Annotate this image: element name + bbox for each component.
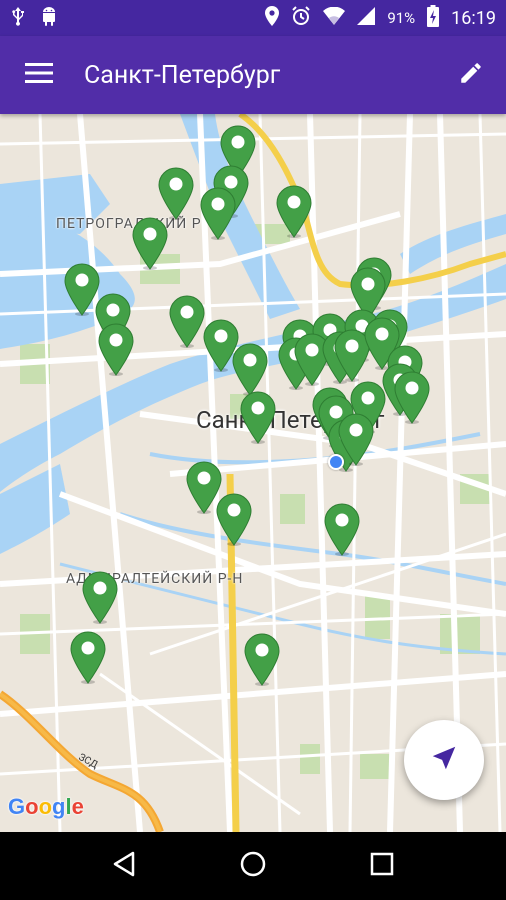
home-circle-icon xyxy=(239,850,267,882)
my-location-button[interactable] xyxy=(404,720,484,800)
wifi-icon xyxy=(323,6,346,30)
system-nav-bar xyxy=(0,832,506,900)
battery-charging-icon xyxy=(427,4,440,32)
map-pin-icon xyxy=(70,631,106,684)
my-location-dot xyxy=(328,454,344,470)
back-button[interactable] xyxy=(94,836,154,896)
app-bar: Санкт-Петербург xyxy=(0,36,506,114)
battery-percent: 91% xyxy=(387,9,416,27)
map-pin-icon xyxy=(276,185,312,238)
recents-button[interactable] xyxy=(352,836,412,896)
map-pin-icon xyxy=(394,371,430,424)
map-pin-icon xyxy=(324,503,360,556)
place-marker[interactable] xyxy=(393,370,431,424)
map-view[interactable]: ПЕТРОГРАДСКИЙ Р АДМИРАЛТЕЙСКИЙ Р-Н Санкт… xyxy=(0,114,506,832)
edit-button[interactable] xyxy=(436,36,506,114)
place-marker[interactable] xyxy=(131,216,169,270)
map-pin-icon xyxy=(244,633,280,686)
page-title: Санкт-Петербург xyxy=(84,60,281,90)
place-marker[interactable] xyxy=(97,322,135,376)
map-pin-icon xyxy=(216,493,252,546)
place-marker[interactable] xyxy=(243,632,281,686)
place-marker[interactable] xyxy=(231,342,269,396)
place-marker[interactable] xyxy=(215,492,253,546)
map-pin-icon xyxy=(82,571,118,624)
home-button[interactable] xyxy=(223,836,283,896)
alarm-icon xyxy=(291,5,311,31)
back-triangle-icon xyxy=(111,850,137,882)
clock: 16:19 xyxy=(451,7,496,29)
hamburger-menu-icon xyxy=(25,63,53,87)
place-marker[interactable] xyxy=(275,184,313,238)
recents-square-icon xyxy=(369,851,395,881)
google-logo: Google xyxy=(8,794,84,819)
map-pin-icon xyxy=(98,323,134,376)
place-marker[interactable] xyxy=(239,390,277,444)
map-pin-icon xyxy=(169,295,205,348)
android-icon xyxy=(40,6,58,31)
signal-icon xyxy=(357,6,376,30)
place-marker[interactable] xyxy=(69,630,107,684)
menu-button[interactable] xyxy=(0,36,78,114)
navigation-arrow-icon xyxy=(429,743,459,777)
map-pin-icon xyxy=(158,167,194,220)
pencil-icon xyxy=(458,60,484,90)
map-pin-icon xyxy=(240,391,276,444)
place-marker[interactable] xyxy=(323,502,361,556)
usb-icon xyxy=(10,6,26,31)
map-pin-icon xyxy=(200,187,236,240)
map-pin-icon xyxy=(232,343,268,396)
place-marker[interactable] xyxy=(81,570,119,624)
place-marker[interactable] xyxy=(168,294,206,348)
place-marker[interactable] xyxy=(199,186,237,240)
place-marker[interactable] xyxy=(157,166,195,220)
location-icon xyxy=(265,5,280,31)
status-bar: 91% 16:19 xyxy=(0,0,506,36)
map-pin-icon xyxy=(132,217,168,270)
